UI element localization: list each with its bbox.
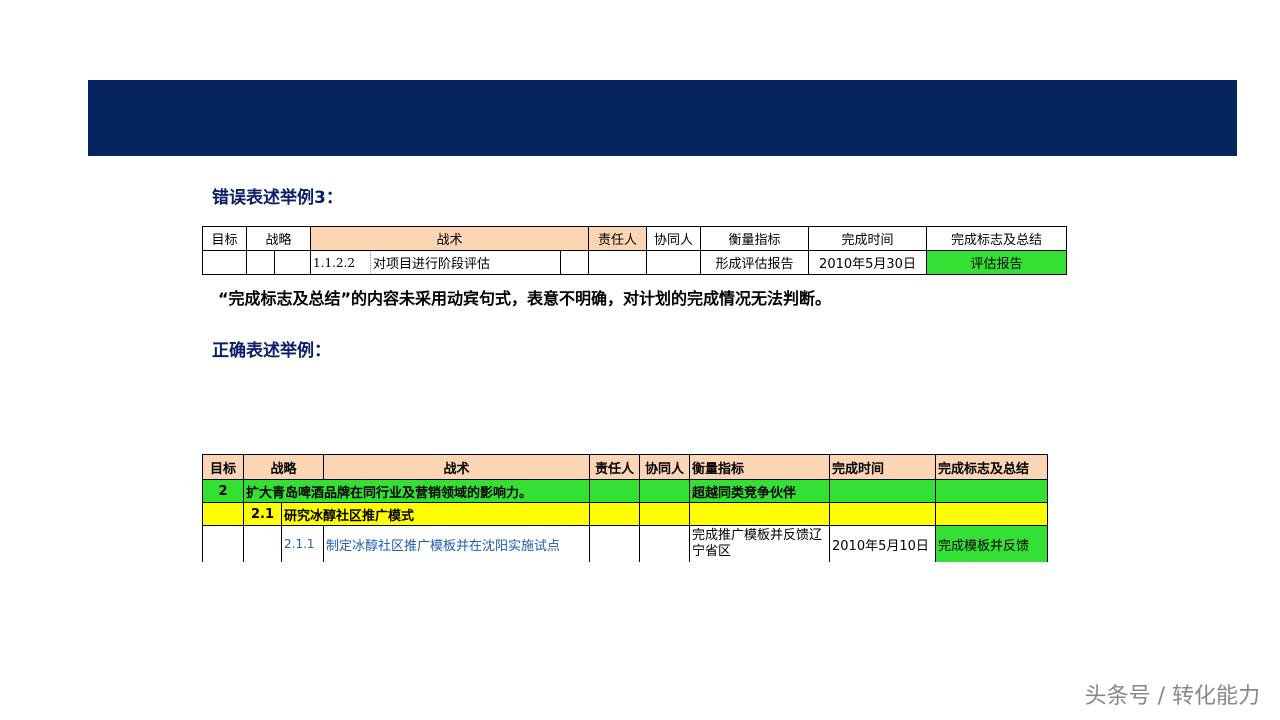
cell-owner bbox=[588, 250, 647, 275]
goal-number: 2 bbox=[202, 479, 244, 503]
cell-tactic-extra bbox=[560, 250, 589, 275]
header-result: 完成标志及总结 bbox=[935, 454, 1048, 480]
strategy-time bbox=[829, 502, 936, 526]
tactic-time: 2010年5月10日 bbox=[829, 525, 936, 562]
goal-collaborator bbox=[639, 479, 690, 503]
cell-result: 评估报告 bbox=[926, 250, 1067, 275]
header-metric: 衡量指标 bbox=[689, 454, 830, 480]
cell-collaborator bbox=[646, 250, 701, 275]
header-result: 完成标志及总结 bbox=[926, 226, 1067, 251]
goal-metric: 超越同类竞争伙伴 bbox=[689, 479, 830, 503]
header-strategy: 战略 bbox=[243, 454, 324, 480]
header-owner: 责任人 bbox=[588, 226, 647, 251]
goal-result bbox=[935, 479, 1048, 503]
tactic-number: 2.1.1 bbox=[281, 525, 324, 562]
header-strategy: 战略 bbox=[246, 226, 311, 251]
table-row-tactic: 2.1.1 制定冰醇社区推广模板并在沈阳实施试点 完成推广模板并反馈辽宁省区 2… bbox=[202, 525, 1048, 562]
header-goal: 目标 bbox=[202, 226, 247, 251]
table-row-goal: 2 扩大青岛啤酒品牌在同行业及营销领域的影响力。 超越同类竞争伙伴 bbox=[202, 479, 1048, 503]
strategy-collaborator bbox=[639, 502, 690, 526]
table-header-row: 目标 战略 战术 责任人 协同人 衡量指标 完成时间 完成标志及总结 bbox=[202, 454, 1048, 480]
title-banner bbox=[88, 80, 1237, 156]
cell-tactic-text: 对项目进行阶段评估 bbox=[370, 250, 561, 275]
strategy-owner bbox=[589, 502, 640, 526]
header-time: 完成时间 bbox=[829, 454, 936, 480]
strategy-number: 2.1 bbox=[243, 502, 282, 526]
header-time: 完成时间 bbox=[808, 226, 927, 251]
strategy-text: 研究冰醇社区推广模式 bbox=[281, 502, 590, 526]
cell-time: 2010年5月30日 bbox=[808, 250, 927, 275]
goal-text: 扩大青岛啤酒品牌在同行业及营销领域的影响力。 bbox=[243, 479, 590, 503]
table-row-strategy: 2.1 研究冰醇社区推广模式 bbox=[202, 502, 1048, 526]
strategy-metric bbox=[689, 502, 830, 526]
table-header-row: 目标 战略 战术 责任人 协同人 衡量指标 完成时间 完成标志及总结 bbox=[202, 226, 1067, 251]
goal-time bbox=[829, 479, 936, 503]
heading-wrong-example: 错误表述举例3： bbox=[212, 188, 343, 208]
tactic-metric: 完成推广模板并反馈辽宁省区 bbox=[689, 525, 830, 562]
goal-owner bbox=[589, 479, 640, 503]
cell-strategy-a bbox=[246, 250, 275, 275]
header-tactic: 战术 bbox=[323, 454, 590, 480]
cell-tactic-code: 1.1.2.2 bbox=[310, 250, 371, 275]
tactic-strategy-cell bbox=[243, 525, 282, 562]
cell-metric: 形成评估报告 bbox=[700, 250, 809, 275]
tactic-result: 完成模板并反馈 bbox=[935, 525, 1048, 562]
correct-example-table: 目标 战略 战术 责任人 协同人 衡量指标 完成时间 完成标志及总结 2 扩大青… bbox=[202, 454, 1048, 562]
tactic-goal-cell bbox=[202, 525, 244, 562]
header-tactic: 战术 bbox=[310, 226, 589, 251]
watermark: 头条号 / 转化能力 bbox=[1084, 684, 1260, 709]
header-goal: 目标 bbox=[202, 454, 244, 480]
strategy-goal-cell bbox=[202, 502, 244, 526]
heading-correct-example: 正确表述举例： bbox=[212, 341, 331, 361]
tactic-collaborator bbox=[639, 525, 690, 562]
header-owner: 责任人 bbox=[589, 454, 640, 480]
wrong-example-table: 目标 战略 战术 责任人 协同人 衡量指标 完成时间 完成标志及总结 1.1.2… bbox=[202, 226, 1067, 275]
header-metric: 衡量指标 bbox=[700, 226, 809, 251]
tactic-owner bbox=[589, 525, 640, 562]
cell-strategy-b bbox=[274, 250, 311, 275]
header-collaborator: 协同人 bbox=[639, 454, 690, 480]
tactic-text: 制定冰醇社区推广模板并在沈阳实施试点 bbox=[323, 525, 590, 562]
header-collaborator: 协同人 bbox=[646, 226, 701, 251]
explanation-note: “完成标志及总结”的内容未采用动宾句式，表意不明确，对计划的完成情况无法判断。 bbox=[218, 289, 832, 308]
strategy-result bbox=[935, 502, 1048, 526]
cell-goal bbox=[202, 250, 247, 275]
table-row: 1.1.2.2 对项目进行阶段评估 形成评估报告 2010年5月30日 评估报告 bbox=[202, 250, 1067, 275]
